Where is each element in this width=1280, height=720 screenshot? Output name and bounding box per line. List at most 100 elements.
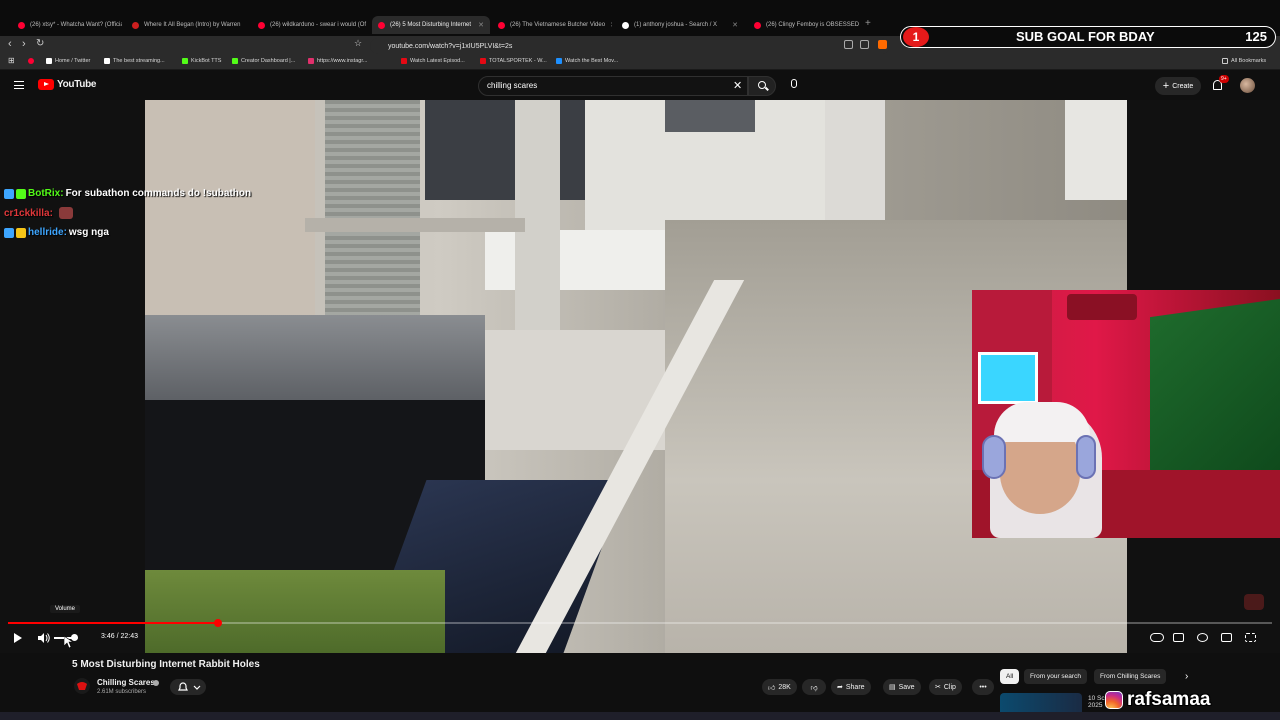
subscribed-notifications-button[interactable] bbox=[170, 679, 206, 695]
theater-mode-icon[interactable] bbox=[1221, 633, 1232, 642]
bookmark-favicon-icon bbox=[401, 58, 407, 64]
settings-gear-icon[interactable] bbox=[1197, 633, 1208, 642]
bookmark-label: Creator Dashboard |... bbox=[241, 58, 296, 64]
tab-close-icon[interactable]: ✕ bbox=[732, 21, 738, 29]
play-icon[interactable] bbox=[14, 633, 22, 643]
chip-all[interactable]: All bbox=[1000, 669, 1020, 684]
fullscreen-icon[interactable] bbox=[1245, 633, 1256, 642]
all-bookmarks-label: All Bookmarks bbox=[1231, 58, 1267, 64]
browser-tab[interactable]: (26) xtsy* - Whatcha Want? (Official✕ bbox=[12, 16, 122, 34]
subscriber-count: 2.61M subscribers bbox=[97, 689, 147, 695]
tab-close-icon[interactable]: ✕ bbox=[245, 21, 246, 29]
share-button[interactable]: ➦ Share bbox=[831, 679, 871, 695]
bookmark-item[interactable]: Creator Dashboard |... bbox=[232, 58, 295, 64]
bookmark-favicon-icon bbox=[46, 58, 52, 64]
apps-grid-icon[interactable]: ⊞ bbox=[8, 56, 15, 65]
video-player[interactable]: BotRix: For subathon commands do !subatho… bbox=[0, 100, 1280, 653]
dislike-button[interactable]: 👎︎ bbox=[802, 679, 826, 695]
bookmark-item[interactable]: Watch Latest Episod... bbox=[401, 58, 465, 64]
tab-close-icon[interactable]: ✕ bbox=[610, 21, 612, 29]
chat-role-badge-icon bbox=[16, 227, 26, 238]
tab-close-icon[interactable]: ✕ bbox=[478, 21, 484, 29]
channel-avatar[interactable] bbox=[74, 678, 90, 694]
chat-message: hellride: wsg nga bbox=[4, 227, 109, 238]
browser-tab[interactable]: (26) wildkarduno - swear i would (Of✕ bbox=[252, 16, 367, 34]
new-tab-plus-icon[interactable]: + bbox=[865, 18, 871, 29]
forward-arrow-icon[interactable]: › bbox=[22, 38, 26, 50]
bookmark-label: Watch the Best Mov... bbox=[565, 58, 619, 64]
chip-from-your-search[interactable]: From your search bbox=[1024, 669, 1087, 684]
bookmark-item[interactable]: The best streaming... bbox=[104, 58, 165, 64]
more-dots-icon: ••• bbox=[979, 683, 987, 691]
extension-icon[interactable] bbox=[878, 40, 887, 49]
chat-role-badge-icon bbox=[16, 188, 26, 199]
browser-tab-label: (1) anthony joshua - Search / X bbox=[634, 22, 718, 28]
volume-slider-knob[interactable] bbox=[71, 634, 79, 641]
autoplay-toggle-icon[interactable] bbox=[1150, 633, 1164, 642]
account-avatar[interactable] bbox=[1240, 78, 1255, 93]
browser-tab[interactable]: (26) 5 Most Disturbing Internet ✕ bbox=[372, 16, 490, 34]
bookmark-favicon-icon[interactable] bbox=[28, 58, 34, 64]
bookmark-favicon-icon bbox=[104, 58, 110, 64]
browser-tab[interactable]: (26) Clingy Femboy is OBSESSED W✕ bbox=[748, 16, 860, 34]
tab-favicon-icon bbox=[132, 21, 139, 29]
bookmark-label: KickBot TTS bbox=[191, 58, 222, 64]
channel-watermark-icon[interactable] bbox=[1244, 594, 1264, 610]
url-text: youtube.com/watch?v=j1xIU5PLVI&t=2s bbox=[388, 42, 513, 50]
bookmark-star-icon[interactable]: ☆ bbox=[354, 38, 362, 49]
voice-search-mic-icon[interactable] bbox=[791, 79, 797, 88]
browser-tab[interactable]: (26) The Vietnamese Butcher Video ✕ bbox=[492, 16, 612, 34]
chip-from-channel[interactable]: From Chilling Scares bbox=[1094, 669, 1167, 684]
share-page-icon[interactable] bbox=[860, 40, 869, 49]
instagram-icon bbox=[1105, 691, 1123, 709]
clear-search-icon[interactable]: ✕ bbox=[733, 79, 742, 92]
clip-button[interactable]: ✂ Clip bbox=[929, 679, 962, 695]
hamburger-menu-icon[interactable] bbox=[14, 81, 24, 89]
url-field[interactable]: youtube.com/watch?v=j1xIU5PLVI&t=2s bbox=[370, 38, 890, 54]
save-button[interactable]: ▤ Save bbox=[883, 679, 921, 695]
sub-goal-target: 125 bbox=[1245, 29, 1267, 44]
back-arrow-icon[interactable]: ‹ bbox=[8, 38, 12, 50]
folder-icon bbox=[1222, 58, 1228, 64]
video-title: 5 Most Disturbing Internet Rabbit Holes bbox=[72, 659, 260, 670]
chat-message-text: For subathon commands do !subathon bbox=[65, 188, 252, 199]
reload-icon[interactable]: ↻ bbox=[36, 38, 44, 49]
tab-favicon-icon bbox=[754, 21, 761, 29]
bookmark-item[interactable]: TOTALSPORTEK - W... bbox=[480, 58, 547, 64]
all-bookmarks-folder[interactable]: All Bookmarks bbox=[1222, 58, 1266, 64]
create-button[interactable]: + Create bbox=[1155, 77, 1201, 95]
bell-chevron-icon bbox=[178, 682, 201, 691]
browser-tab[interactable]: (1) anthony joshua - Search / X ✕ bbox=[616, 16, 744, 34]
browser-tab[interactable]: Where It All Began (Intro) by Warren ✕ bbox=[126, 16, 246, 34]
thumbs-up-icon: 👍︎ bbox=[768, 684, 776, 692]
subtitles-icon[interactable] bbox=[1173, 633, 1184, 642]
chat-username: BotRix: bbox=[28, 188, 64, 199]
save-playlist-icon: ▤ bbox=[889, 684, 896, 691]
browser-tab-label: (26) xtsy* - Whatcha Want? (Official bbox=[30, 22, 122, 28]
share-arrow-icon: ➦ bbox=[837, 684, 843, 691]
cast-icon[interactable] bbox=[844, 40, 853, 49]
youtube-header: YouTube chilling scares ✕ + Create 9+ bbox=[0, 72, 1280, 100]
bookmark-item[interactable]: KickBot TTS bbox=[182, 58, 221, 64]
bookmark-item[interactable]: Watch the Best Mov... bbox=[556, 58, 618, 64]
bookmark-label: Watch Latest Episod... bbox=[410, 58, 465, 64]
chat-message: cr1ckkilla: bbox=[4, 207, 75, 219]
progress-scrubber-knob[interactable] bbox=[213, 619, 222, 627]
streamer-watermark: rafsamaa bbox=[1105, 689, 1210, 711]
search-button[interactable] bbox=[748, 76, 776, 96]
progress-bar[interactable] bbox=[8, 619, 1272, 627]
youtube-logo[interactable]: YouTube bbox=[38, 79, 97, 90]
like-button[interactable]: 👍︎ 28K bbox=[762, 679, 797, 695]
channel-name[interactable]: Chilling Scares bbox=[97, 678, 155, 687]
scene-grass bbox=[145, 570, 445, 653]
bookmark-favicon-icon bbox=[232, 58, 238, 64]
scene-beam bbox=[305, 218, 525, 232]
bookmark-item[interactable]: Home / Twitter bbox=[46, 58, 90, 64]
more-actions-button[interactable]: ••• bbox=[972, 679, 994, 695]
volume-icon[interactable] bbox=[38, 633, 50, 643]
scene-granite-top bbox=[145, 315, 485, 405]
search-input[interactable]: chilling scares bbox=[478, 76, 748, 96]
chips-next-chevron-icon[interactable]: › bbox=[1185, 671, 1188, 682]
bookmark-item[interactable]: https://www.instagr... bbox=[308, 58, 367, 64]
browser-tab-label: (26) Clingy Femboy is OBSESSED W bbox=[766, 22, 860, 28]
